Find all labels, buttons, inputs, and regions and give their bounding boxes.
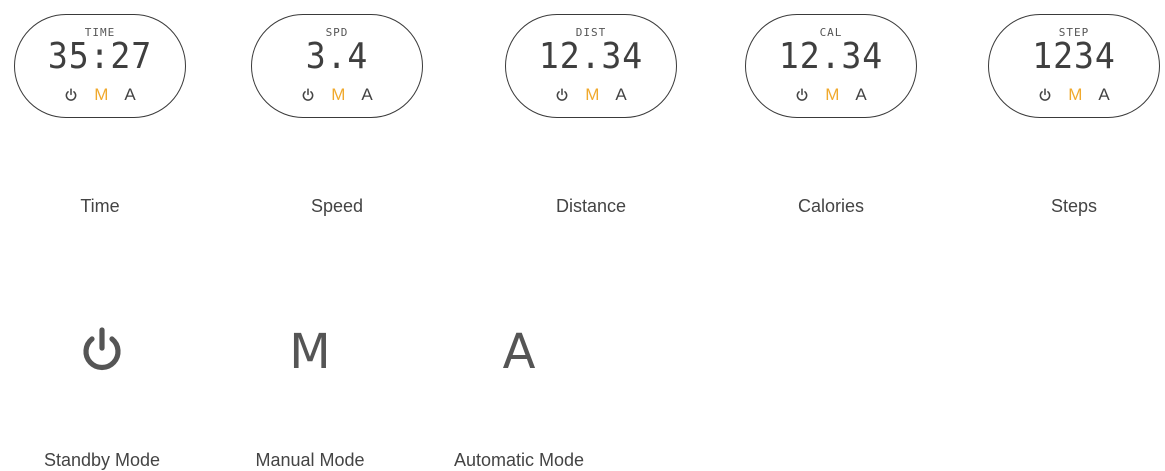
standby-mode-icon-wrap	[32, 320, 172, 384]
manual-mode-indicator: M	[825, 85, 840, 104]
manual-mode-indicator: M	[331, 85, 346, 104]
distance-display: DIST 12.34 M A	[505, 14, 677, 118]
power-icon	[64, 88, 78, 102]
power-icon	[301, 88, 315, 102]
speed-caption: Speed	[310, 196, 364, 216]
calories-display: CAL 12.34 M A	[745, 14, 917, 118]
manual-mode-indicator: M	[1068, 85, 1083, 104]
manual-mode-indicator: M	[94, 85, 109, 104]
display-value: 35:27	[47, 36, 153, 77]
display-mode-indicators: M A	[989, 85, 1159, 105]
automatic-mode-caption: Automatic Mode	[453, 450, 585, 470]
steps-caption: Steps	[1050, 196, 1098, 216]
automatic-mode-indicator: A	[855, 85, 867, 104]
automatic-mode-symbol: A	[502, 324, 536, 380]
time-display: TIME 35:27 M A	[14, 14, 186, 118]
display-mode-indicators: M A	[252, 85, 422, 105]
manual-mode-indicator: M	[585, 85, 600, 104]
automatic-mode-indicator: A	[124, 85, 136, 104]
power-icon	[555, 88, 569, 102]
manual-mode-symbol: M	[289, 324, 331, 380]
automatic-mode-icon-wrap: A	[449, 320, 589, 384]
automatic-mode-indicator: A	[361, 85, 373, 104]
display-mode-indicators: M A	[15, 85, 185, 105]
power-icon	[795, 88, 809, 102]
power-icon	[78, 326, 126, 379]
display-value: 12.34	[778, 36, 884, 77]
display-mode-indicators: M A	[746, 85, 916, 105]
time-caption: Time	[80, 196, 120, 216]
display-value: 12.34	[538, 36, 644, 77]
display-value: 3.4	[305, 36, 369, 77]
standby-mode-caption: Standby Mode	[43, 450, 161, 470]
automatic-mode-indicator: A	[615, 85, 627, 104]
distance-caption: Distance	[555, 196, 627, 216]
speed-display: SPD 3.4 M A	[251, 14, 423, 118]
manual-mode-icon-wrap: M	[240, 320, 380, 384]
display-value: 1234	[1032, 36, 1116, 77]
manual-mode-caption: Manual Mode	[255, 450, 365, 470]
calories-caption: Calories	[797, 196, 865, 216]
automatic-mode-indicator: A	[1098, 85, 1110, 104]
steps-display: STEP 1234 M A	[988, 14, 1160, 118]
power-icon	[1038, 88, 1052, 102]
display-mode-indicators: M A	[506, 85, 676, 105]
